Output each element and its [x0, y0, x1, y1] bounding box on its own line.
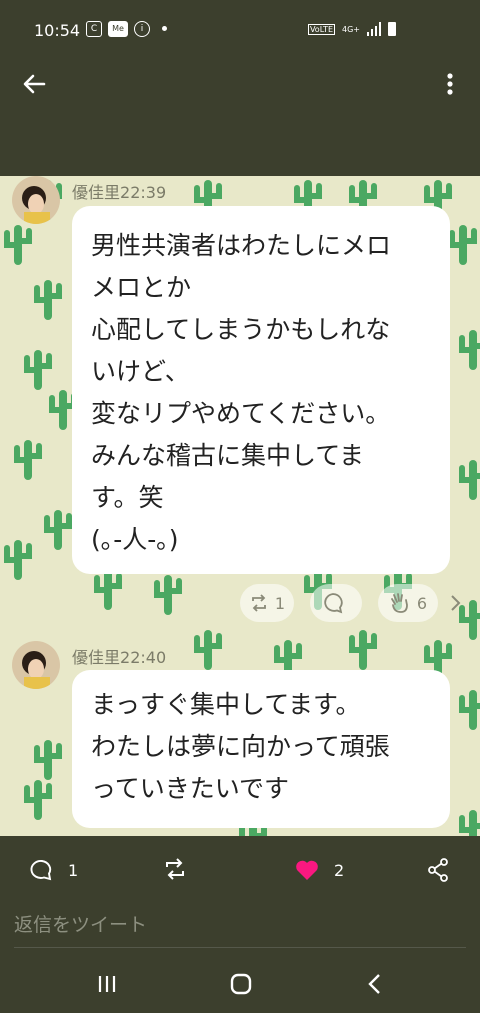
message-line: メロとか: [91, 273, 192, 302]
clap-reaction[interactable]: 6: [378, 584, 438, 622]
volte-label: VoLTE: [307, 23, 335, 35]
message-line: 男性共演者はわたしにメロ: [91, 231, 392, 260]
network-label: 4G+: [342, 24, 360, 34]
message-line: みんな稽古に集中してま: [91, 441, 365, 470]
message-line: いけど、: [91, 357, 190, 386]
reply-icon: [30, 860, 52, 881]
message-line: 心配してしまうかもしれな: [91, 315, 391, 344]
cactus-decoration: [34, 280, 62, 320]
cactus-decoration: [34, 740, 62, 780]
cactus-decoration: [194, 630, 222, 670]
status-time: 10:54: [34, 21, 81, 40]
top-toolbar: [0, 60, 480, 110]
status-right: VoLTE 4G+: [307, 22, 396, 36]
message-line: わたしは夢に向かって頑張: [91, 732, 390, 761]
sender-name: 優佳里: [72, 648, 121, 667]
like-action[interactable]: 2: [294, 858, 344, 882]
repost-icon: [252, 594, 266, 612]
signal-icon: [367, 22, 381, 36]
back-arrow-icon[interactable]: [20, 68, 52, 100]
cactus-decoration: [449, 225, 477, 265]
cactus-decoration: [459, 810, 480, 836]
message-bubble: 男性共演者はわたしにメロ メロとか 心配してしまうかもしれな いけど、 変なリプ…: [72, 206, 450, 574]
cactus-decoration: [154, 575, 182, 615]
clap-count: 6: [416, 593, 428, 613]
clap-hands-icon: [391, 593, 408, 613]
app-icon: Me: [108, 21, 128, 37]
notification-icon: C: [86, 21, 102, 37]
message-line: まっすぐ集中してます。: [91, 690, 361, 719]
home-icon[interactable]: [226, 969, 256, 999]
sender-label: 優佳里22:39: [72, 179, 166, 203]
cactus-decoration: [459, 330, 480, 370]
comment-bubble-icon: [324, 593, 343, 614]
reply-count: 1: [68, 860, 79, 880]
share-icon: [428, 858, 448, 882]
repost-count: 1: [274, 593, 286, 613]
more-dot-icon: [162, 26, 167, 31]
retweet-action[interactable]: [162, 858, 202, 880]
like-count: 2: [334, 860, 345, 880]
reply-input[interactable]: [14, 903, 466, 948]
cactus-decoration: [14, 440, 42, 480]
sender-label: 優佳里22:40: [72, 644, 166, 668]
cactus-decoration: [4, 225, 32, 265]
heart-icon: [296, 860, 318, 880]
system-nav-bar: [0, 955, 480, 1013]
cactus-decoration: [44, 510, 72, 550]
battery-icon: [388, 22, 396, 36]
cactus-decoration: [24, 350, 52, 390]
recent-apps-icon[interactable]: [92, 969, 122, 999]
status-bar: 10:54 C Me i VoLTE 4G+: [0, 0, 480, 60]
notification-icons: C Me i: [86, 21, 167, 37]
avatar: [12, 176, 60, 224]
retweet-icon: [166, 858, 184, 880]
sender-name: 優佳里: [72, 183, 121, 202]
info-icon: i: [134, 21, 150, 37]
cactus-decoration: [459, 690, 480, 730]
message-bubble: まっすぐ集中してます。 わたしは夢に向かって頑張 っていきたいです: [72, 670, 450, 828]
repost-reaction[interactable]: 1: [240, 584, 294, 622]
chevron-right-icon[interactable]: [450, 594, 462, 612]
message-line: す。笑: [91, 483, 164, 512]
tweet-image-chat-screenshot[interactable]: 優佳里22:39 男性共演者はわたしにメロ メロとか 心配してしまうかもしれな …: [0, 176, 480, 836]
cactus-decoration: [4, 540, 32, 580]
message-time: 22:39: [120, 183, 167, 202]
cactus-decoration: [349, 630, 377, 670]
message-line: っていきたいです: [91, 774, 290, 803]
back-icon[interactable]: [360, 969, 390, 999]
reply-action[interactable]: 1: [30, 858, 78, 882]
message-time: 22:40: [120, 648, 167, 667]
more-options-icon[interactable]: [438, 68, 462, 100]
cactus-decoration: [24, 780, 52, 820]
tweet-actions: 1 2: [0, 836, 480, 906]
cactus-decoration: [459, 460, 480, 500]
avatar: [12, 641, 60, 689]
message-line: (｡-人-｡): [91, 525, 179, 554]
share-action[interactable]: [427, 858, 449, 882]
message-line: 変なリプやめてください。: [91, 399, 391, 428]
comment-reaction[interactable]: [310, 584, 362, 622]
